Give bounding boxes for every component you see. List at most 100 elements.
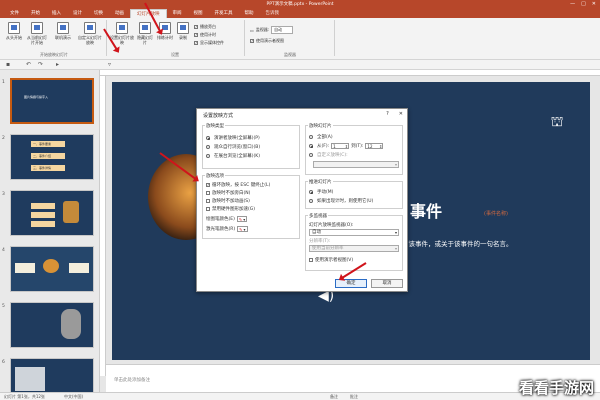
- radio-window[interactable]: 观众自行浏览(窗口)(B): [206, 144, 260, 150]
- thumb-number: 1: [2, 80, 5, 85]
- tab-help[interactable]: 帮助: [239, 9, 260, 18]
- quick-access-toolbar: ▪ ↶ ↷ ▸ ▿: [0, 60, 600, 70]
- window-controls: — □ ✕: [570, 0, 596, 8]
- thumb-image: [15, 263, 35, 273]
- radio-kiosk[interactable]: 在展台浏览(全屏幕)(K): [206, 153, 260, 159]
- resolution-label: 分辨率(T):: [309, 239, 331, 244]
- pen-icon: ✎: [238, 216, 243, 222]
- show-options-label: 放映选项: [205, 173, 225, 179]
- loop-check[interactable]: ✓ 循环放映，按 ESC 键终止(L): [206, 182, 270, 188]
- pillar-icon: ⛫: [550, 114, 564, 130]
- group-start-slideshow: 开始放映幻灯片: [40, 52, 68, 57]
- from-beginning-button[interactable]: 从头开始: [4, 22, 24, 40]
- from-input[interactable]: 1 ⇕: [331, 143, 350, 149]
- tab-review[interactable]: 审阅: [167, 9, 188, 18]
- thumb-image: [63, 201, 79, 223]
- no-animation-check[interactable]: 放映时不加动画(S): [206, 198, 250, 204]
- use-presenter-view-check[interactable]: 使用演示者视图(V): [309, 257, 353, 263]
- undo-icon[interactable]: ↶: [26, 61, 31, 68]
- slide-thumbnail-5[interactable]: [10, 302, 94, 348]
- minimize-icon[interactable]: —: [570, 1, 575, 7]
- thumb-bar: 二、事件介绍: [31, 153, 65, 159]
- no-narration-check[interactable]: 放映时不加旁白(N): [206, 190, 250, 196]
- resolution-select[interactable]: 使用当前分辨率 ▾: [309, 245, 399, 252]
- notes-button[interactable]: 备注: [330, 394, 338, 400]
- language-indicator: 中文(中国): [64, 394, 84, 399]
- slide-title[interactable]: 事件: [410, 198, 442, 222]
- tab-design[interactable]: 设计: [67, 9, 88, 18]
- pen-color-button[interactable]: ✎ ▾: [236, 216, 248, 222]
- ribbon: 从头开始 从当前幻灯片开始 联机演示 自定义幻灯片放映 开始放映幻灯片 设置幻灯…: [0, 18, 600, 60]
- redo-icon[interactable]: ↷: [38, 61, 43, 68]
- from-current-button[interactable]: 从当前幻灯片开始: [26, 22, 48, 45]
- radio-manual[interactable]: 手动(M): [309, 189, 333, 195]
- comments-button[interactable]: 批注: [350, 394, 358, 400]
- custom-show-select[interactable]: ▾: [313, 161, 399, 168]
- custom-show-button[interactable]: 自定义幻灯片放映: [78, 22, 102, 45]
- laser-color-button[interactable]: ✎ ▾: [237, 226, 248, 232]
- play-narrations-check[interactable]: ✓ 播放旁白: [194, 24, 216, 30]
- maximize-icon[interactable]: □: [581, 1, 586, 7]
- thumb-bar: 三、事件详情: [31, 165, 65, 171]
- window-title: PPT演示文稿.pptx - PowerPoint: [266, 2, 334, 7]
- monitor-select[interactable]: ▭ 监视器: 自动: [250, 26, 294, 34]
- ribbon-tabs: 文件 开始 插入 设计 切换 动画 幻灯片放映 审阅 视图 开发工具 帮助 告诉…: [0, 8, 600, 18]
- disable-hw-accel-check[interactable]: 禁用硬件图形加速(G): [206, 206, 255, 212]
- tab-tell-me[interactable]: 告诉我: [260, 9, 286, 18]
- tab-animations[interactable]: 动画: [109, 9, 130, 18]
- show-media-controls-check[interactable]: ✓ 显示媒体控件: [194, 40, 224, 46]
- slide-subtitle[interactable]: 结该事件，或关于该事件的一句名言。: [402, 238, 513, 248]
- ribbon-divider: [106, 20, 107, 56]
- thumb-bar: 一、事件要素: [31, 141, 65, 147]
- radio-all-slides[interactable]: 全部(A): [309, 134, 333, 140]
- close-icon[interactable]: ✕: [592, 1, 596, 7]
- cancel-button[interactable]: 取消: [371, 279, 403, 288]
- close-icon[interactable]: ✕: [399, 111, 403, 117]
- tab-transitions[interactable]: 切换: [88, 9, 109, 18]
- record-button[interactable]: 录制: [176, 22, 190, 40]
- tab-insert[interactable]: 插入: [46, 9, 67, 18]
- online-icon: [57, 22, 69, 34]
- custom-show-icon: [84, 22, 96, 34]
- group-monitors: 监视器: [284, 52, 296, 57]
- pointer-icon[interactable]: ▿: [108, 61, 111, 68]
- tab-developer[interactable]: 开发工具: [209, 9, 239, 18]
- slide-thumbnail-1[interactable]: 图片情绪与操字入: [10, 78, 94, 124]
- radio-presenter[interactable]: 演讲者放映(全屏幕)(P): [206, 135, 260, 141]
- slide-thumbnail-2[interactable]: 一、事件要素 二、事件介绍 三、事件详情: [10, 134, 94, 180]
- tab-file[interactable]: 文件: [4, 9, 25, 18]
- multiple-monitors-label: 多监视器: [308, 213, 328, 219]
- tab-home[interactable]: 开始: [25, 9, 46, 18]
- slide-counter: 幻灯片 第1张，共12张: [4, 394, 45, 399]
- group-setup: 设置: [171, 52, 179, 57]
- status-bar: 幻灯片 第1张，共12张 中文(中国) 备注 批注: [0, 392, 600, 400]
- play-current-icon: [31, 22, 43, 34]
- thumb-number: 6: [2, 360, 5, 365]
- use-timings-check[interactable]: ✓ 使用计时: [194, 32, 216, 38]
- hide-slide-icon: [139, 22, 151, 34]
- radio-from-slides[interactable]: 从(F): 1 ⇕ 到(T): 12 ⇕: [309, 143, 384, 149]
- thumb-bar: [31, 203, 55, 209]
- tab-view[interactable]: 视图: [188, 9, 209, 18]
- start-show-icon[interactable]: ▸: [56, 61, 59, 68]
- slide-thumbnail-4[interactable]: [10, 246, 94, 292]
- chevron-down-icon: ▾: [394, 230, 397, 235]
- presenter-view-check[interactable]: ✓ 使用演示者视图: [250, 38, 284, 44]
- show-slides-label: 放映幻灯片: [308, 123, 333, 129]
- monitor-icon: ▭: [250, 27, 254, 33]
- dialog-title: 设置放映方式: [203, 113, 234, 119]
- thumb-image: [15, 367, 45, 391]
- slideshow-monitor-select[interactable]: 自动 ▾: [309, 229, 399, 236]
- thumb-image: [69, 263, 89, 273]
- pen-color-row: 绘图笔颜色(E) ✎ ▾: [206, 216, 248, 222]
- setup-icon: [116, 22, 128, 34]
- save-icon[interactable]: ▪: [6, 61, 10, 68]
- slide-thumbnail-3[interactable]: [10, 190, 94, 236]
- notes-placeholder: 单击此处添加备注: [114, 378, 150, 383]
- radio-use-timings[interactable]: 如果出现计时，则使用它(U): [309, 198, 373, 204]
- to-input[interactable]: 12 ⇕: [365, 143, 384, 149]
- radio-custom-show[interactable]: 自定义放映(C):: [309, 152, 348, 158]
- present-online-button[interactable]: 联机演示: [52, 22, 74, 40]
- help-icon[interactable]: ?: [386, 111, 389, 117]
- hide-slide-button[interactable]: 隐藏幻灯片: [136, 22, 154, 45]
